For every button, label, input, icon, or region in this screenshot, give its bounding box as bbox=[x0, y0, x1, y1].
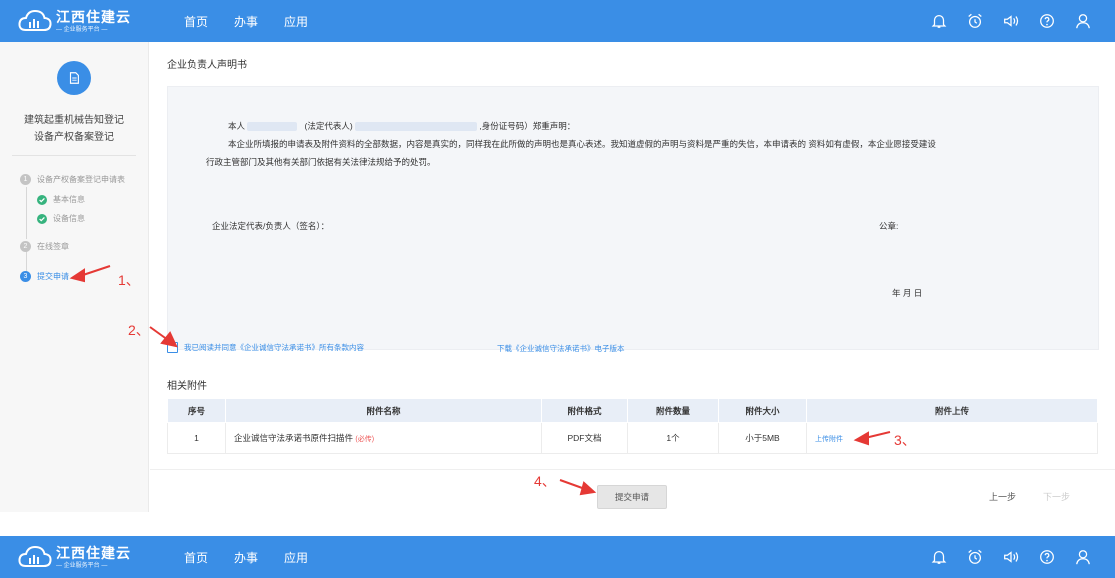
annotation-arrows bbox=[69, 265, 891, 496]
nav-home[interactable]: 首页 bbox=[184, 549, 208, 566]
alarm-clock-icon[interactable] bbox=[965, 547, 985, 567]
cloud-logo-icon bbox=[18, 545, 52, 567]
header-tools bbox=[913, 536, 1093, 578]
bell-icon[interactable] bbox=[929, 547, 949, 567]
brand-title: 江西住建云 bbox=[56, 544, 131, 561]
annotation-2: 2、 bbox=[128, 322, 150, 338]
main-nav: 首页 办事 应用 bbox=[184, 536, 334, 578]
nav-services[interactable]: 办事 bbox=[234, 549, 258, 566]
annotation-1: 1、 bbox=[118, 272, 140, 288]
annotation-3: 3、 bbox=[894, 432, 916, 448]
brand-subtitle: — 企业服务平台 — bbox=[56, 562, 108, 569]
user-icon[interactable] bbox=[1073, 547, 1093, 567]
top-navbar-repeat: 江西住建云 — 企业服务平台 — 首页 办事 应用 bbox=[0, 536, 1115, 578]
brand-logo[interactable]: 江西住建云 — 企业服务平台 — bbox=[18, 542, 131, 572]
annotation-4: 4、 bbox=[534, 473, 556, 489]
speaker-icon[interactable] bbox=[1001, 547, 1021, 567]
nav-apps[interactable]: 应用 bbox=[284, 549, 308, 566]
help-icon[interactable] bbox=[1037, 547, 1057, 567]
